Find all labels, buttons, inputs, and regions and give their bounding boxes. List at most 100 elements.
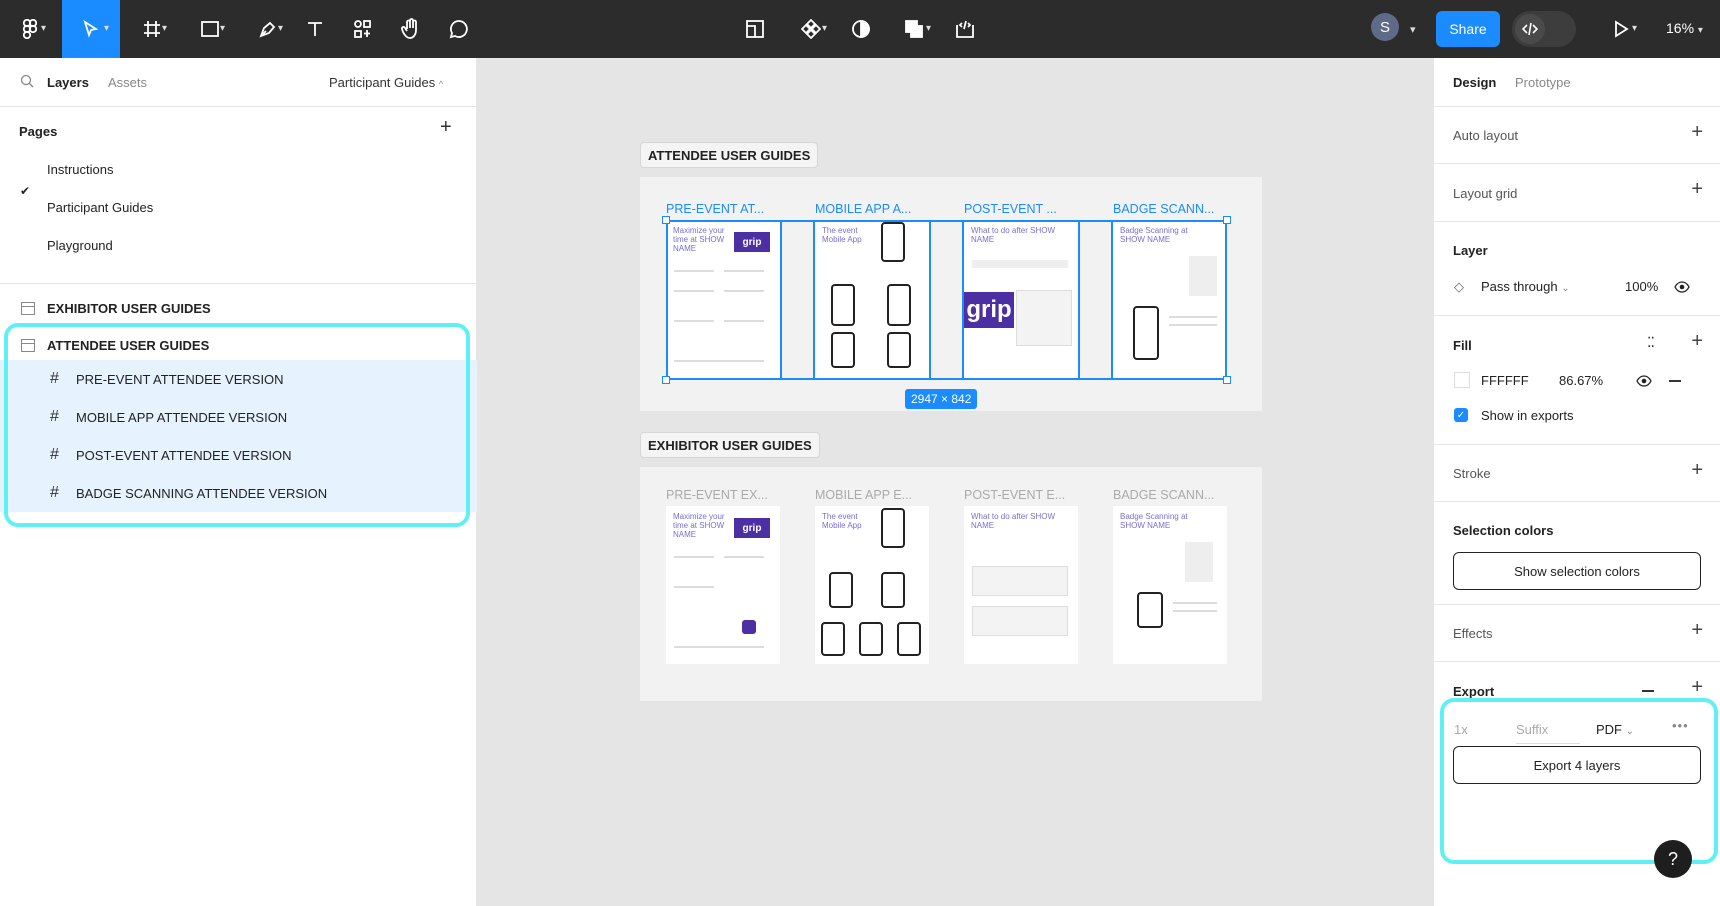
text-tool-button[interactable] [300, 0, 330, 58]
add-auto-layout-icon[interactable]: + [1691, 121, 1703, 144]
resize-handle[interactable] [662, 376, 670, 384]
help-button[interactable]: ? [1654, 840, 1692, 878]
add-page-icon[interactable]: + [440, 116, 452, 139]
thumb-heading: What to do after SHOW NAME [971, 512, 1056, 530]
text-line [674, 646, 764, 648]
blend-mode-icon: ◇ [1454, 279, 1464, 294]
frame-thumbnail[interactable]: Badge Scanning at SHOW NAME [1113, 506, 1227, 664]
layers-panel: Layers Assets Participant Guides ^ Pages… [0, 58, 477, 906]
show-selection-colors-button[interactable]: Show selection colors [1453, 552, 1701, 590]
checkmark-icon: ✔ [20, 184, 31, 198]
phone-mockup [881, 572, 905, 608]
tab-assets[interactable]: Assets [108, 75, 147, 90]
frame-title[interactable]: BADGE SCANN... [1113, 488, 1214, 502]
effects-section: Effects + [1434, 605, 1720, 662]
export-heading: Export [1453, 684, 1495, 699]
components-button[interactable]: ▾ [790, 0, 832, 58]
add-stroke-icon[interactable]: + [1691, 459, 1703, 482]
fill-color-swatch[interactable] [1454, 372, 1470, 388]
tab-design[interactable]: Design [1453, 75, 1496, 90]
share-button[interactable]: Share [1436, 11, 1500, 47]
avatar[interactable]: S [1371, 13, 1399, 41]
frame-title[interactable]: MOBILE APP E... [815, 488, 912, 502]
text-icon [308, 22, 322, 36]
frame-thumbnail[interactable]: The event Mobile App [815, 506, 929, 664]
screenshot-panel [972, 566, 1068, 596]
phone-mockup [1137, 592, 1163, 628]
shape-tool-button[interactable]: ▾ [186, 0, 234, 58]
right-panel-tabs: Design Prototype [1434, 58, 1720, 107]
tab-layers[interactable]: Layers [47, 75, 89, 90]
section-label-exhibitor[interactable]: EXHIBITOR USER GUIDES [640, 432, 820, 458]
selection-divider [1078, 220, 1113, 380]
comment-icon [449, 20, 468, 39]
frame-thumbnail[interactable]: What to do after SHOW NAME [964, 506, 1078, 664]
crop-button[interactable] [740, 0, 770, 58]
section-label-attendee[interactable]: ATTENDEE USER GUIDES [640, 142, 819, 168]
zoom-dropdown[interactable]: 16% ▾ [1666, 20, 1703, 36]
text-line [674, 586, 714, 588]
frame-title[interactable]: POST-EVENT E... [964, 488, 1065, 502]
phone-mockup [821, 622, 845, 656]
layer-opacity-input[interactable]: 100% [1625, 279, 1658, 294]
current-page-dropdown[interactable]: Participant Guides ^ [329, 75, 443, 90]
resize-handle[interactable] [1223, 376, 1231, 384]
page-item-instructions[interactable]: Instructions [47, 162, 113, 177]
boolean-button[interactable]: ▾ [892, 0, 936, 58]
frame-title[interactable]: BADGE SCANN... [1113, 202, 1214, 216]
page-item-playground[interactable]: Playground [47, 238, 113, 253]
resize-handle[interactable] [1223, 216, 1231, 224]
thumb-heading: Badge Scanning at SHOW NAME [1120, 512, 1188, 530]
layer-exhibitor-user-guides[interactable]: EXHIBITOR USER GUIDES [0, 289, 477, 327]
add-export-icon[interactable]: + [1691, 676, 1703, 699]
eye-icon[interactable] [1636, 375, 1652, 387]
pen-icon [259, 21, 276, 38]
chevron-down-icon: ▾ [41, 23, 47, 34]
chevron-up-icon: ^ [438, 79, 444, 89]
page-item-participant-guides[interactable]: Participant Guides [47, 200, 153, 215]
frame-title[interactable]: MOBILE APP A... [815, 202, 911, 216]
remove-export-icon[interactable] [1642, 690, 1654, 692]
auto-layout-section: Auto layout + [1434, 107, 1720, 164]
search-icon[interactable] [20, 74, 34, 88]
add-fill-icon[interactable]: + [1691, 330, 1703, 353]
add-layout-grid-icon[interactable]: + [1691, 178, 1703, 201]
auto-layout-heading: Auto layout [1453, 128, 1519, 143]
frame-title[interactable]: PRE-EVENT AT... [666, 202, 764, 216]
show-in-exports-checkbox[interactable]: ✓ [1454, 408, 1468, 422]
effects-heading: Effects [1453, 626, 1493, 641]
selection-colors-heading: Selection colors [1453, 523, 1554, 538]
dev-handoff-button[interactable] [950, 0, 980, 58]
tab-prototype[interactable]: Prototype [1515, 75, 1571, 90]
fill-opacity-input[interactable]: 86.67% [1559, 373, 1603, 388]
frame-title[interactable]: POST-EVENT ... [964, 202, 1057, 216]
present-button[interactable]: ▾ [1600, 0, 1642, 58]
chevron-down-icon[interactable]: ▾ [1410, 23, 1416, 36]
code-icon [1515, 14, 1545, 44]
text-line [1173, 610, 1217, 612]
fill-hex-input[interactable]: FFFFFF [1481, 373, 1529, 388]
resize-handle[interactable] [662, 216, 670, 224]
mask-button[interactable] [846, 0, 876, 58]
styles-icon[interactable]: ⁚⁚ [1647, 334, 1655, 351]
toolbar: ▾ ▾ ▾ ▾ ▾ ▾ ▾ S ▾ Share ▾ 16% ▾ [0, 0, 1720, 58]
remove-fill-icon[interactable] [1669, 380, 1681, 382]
panel [1185, 542, 1213, 582]
current-page-label: Participant Guides [329, 75, 436, 90]
frame-tool-button[interactable]: ▾ [128, 0, 176, 58]
pen-tool-button[interactable]: ▾ [244, 0, 292, 58]
add-effect-icon[interactable]: + [1691, 619, 1703, 642]
eye-icon[interactable] [1674, 281, 1690, 293]
frame-thumbnail[interactable]: Maximize your time at SHOW NAME grip [666, 506, 780, 664]
frame-title[interactable]: PRE-EVENT EX... [666, 488, 768, 502]
highlight-outline [4, 323, 470, 527]
blend-mode-dropdown[interactable]: Pass through ⌄ [1481, 279, 1570, 294]
move-tool-button[interactable]: ▾ [62, 0, 120, 58]
comment-tool-button[interactable] [444, 0, 474, 58]
hand-tool-button[interactable] [396, 0, 426, 58]
figma-menu-button[interactable]: ▾ [10, 0, 50, 58]
fill-section: Fill ⁚⁚ + FFFFFF 86.67% ✓ Show in export… [1434, 316, 1720, 445]
frame-icon [144, 21, 160, 37]
dev-mode-toggle[interactable] [1512, 11, 1576, 47]
resources-button[interactable] [348, 0, 378, 58]
